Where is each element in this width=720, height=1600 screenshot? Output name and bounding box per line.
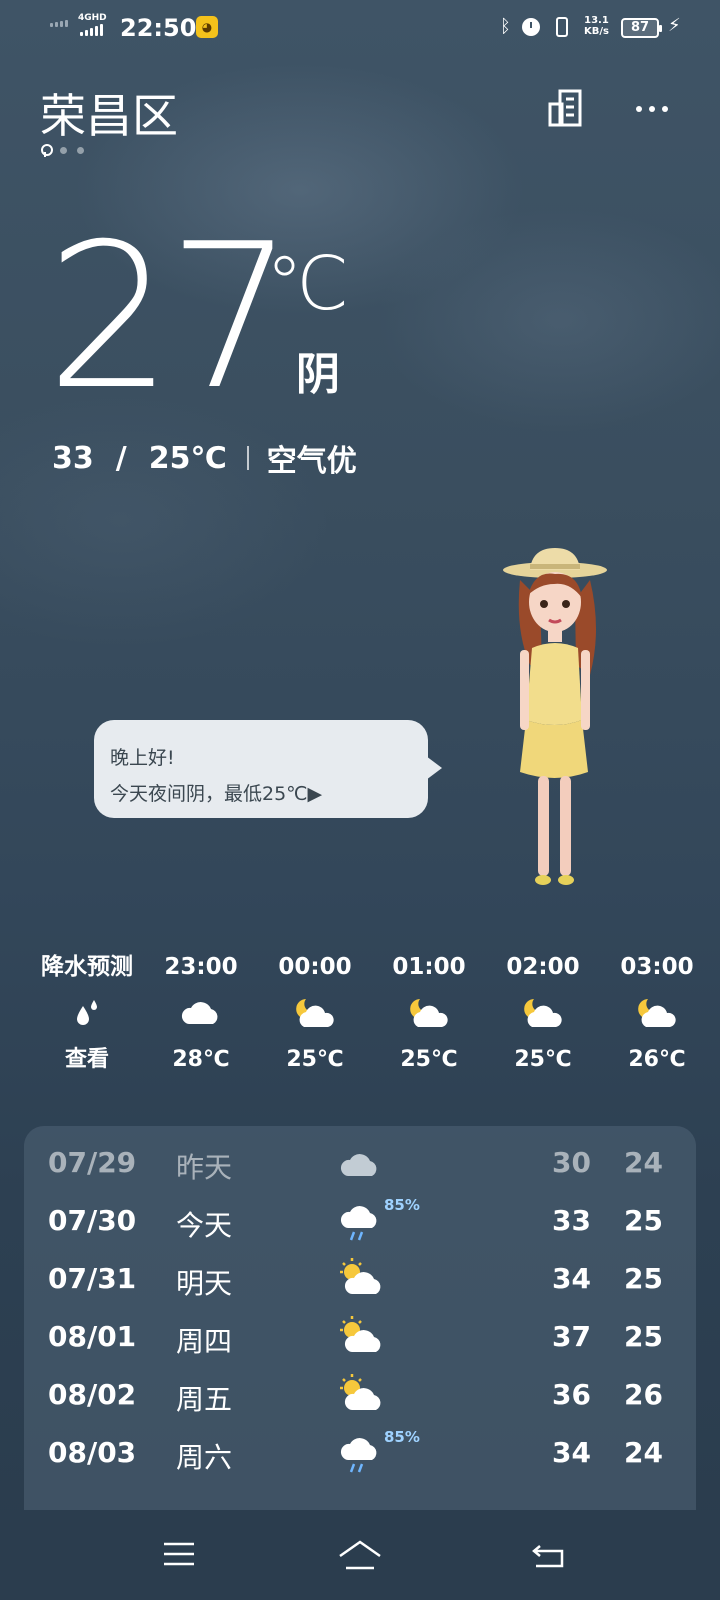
air-quality[interactable]: 空气优: [267, 436, 357, 480]
daily-forecast-card[interactable]: 07/29 昨天 30 24 07/30 今天 85% 33 25 07/31 …: [24, 1126, 696, 1510]
daily-row[interactable]: 08/01 周四 37 25: [24, 1308, 696, 1366]
divider: [246, 446, 249, 470]
daily-row[interactable]: 08/03 周六 85% 34 24: [24, 1424, 696, 1482]
night-cloudy-icon: [600, 984, 714, 1042]
day-high: 34: [552, 1262, 591, 1295]
day-name: 今天: [176, 1209, 233, 1242]
network-speed: 13.1 KB/s: [584, 15, 609, 37]
day-date: 07/29: [48, 1146, 137, 1179]
signal-icon: [50, 20, 68, 27]
precip-chance: 85%: [384, 1196, 420, 1214]
day-date: 07/31: [48, 1262, 137, 1295]
day-date: 08/01: [48, 1320, 137, 1353]
city-name[interactable]: 荣昌区: [40, 80, 178, 146]
day-low: 24: [624, 1436, 663, 1469]
status-time: 22:50: [120, 14, 197, 42]
range-slash: /: [115, 440, 127, 476]
day-high: 36: [552, 1378, 591, 1411]
bluetooth-icon: ᛒ: [500, 16, 511, 37]
current-condition: 阴: [296, 349, 340, 400]
daily-row[interactable]: 07/30 今天 85% 33 25: [24, 1192, 696, 1250]
network-label: 4GHD: [78, 13, 107, 23]
temperature-unit: ℃: [266, 241, 350, 327]
menu-icon[interactable]: [162, 1540, 196, 1568]
day-name: 周六: [176, 1441, 233, 1474]
day-low: 25: [624, 1262, 663, 1295]
daily-row[interactable]: 07/31 明天 34 25: [24, 1250, 696, 1308]
greeting-bubble[interactable]: 晚上好! 今天夜间阴，最低25℃▶: [94, 720, 442, 818]
hour-item: 23:00 28℃: [144, 950, 258, 1078]
partly-cloudy-icon: [340, 1316, 381, 1352]
hour-item: 03:00 26℃: [600, 950, 714, 1078]
day-high: 34: [552, 1436, 591, 1469]
rain-icon: [340, 1206, 377, 1241]
day-name: 昨天: [176, 1151, 233, 1184]
status-bar: [0, 0, 720, 56]
cloudy-icon: [144, 984, 258, 1042]
night-cloudy-icon: [372, 984, 486, 1042]
hourly-forecast[interactable]: 降水预测 查看 23:00 28℃ 00:00 25℃ 01:00 25℃ 02…: [30, 950, 720, 1080]
app-notification-icon: ◕: [196, 16, 218, 38]
temperature-range: 33 / 25℃ 空气优: [52, 436, 357, 480]
daily-row[interactable]: 08/02 周五 36 26: [24, 1366, 696, 1424]
vibrate-icon: [556, 17, 568, 37]
current-temperature: 27: [46, 201, 294, 434]
alarm-icon: [522, 18, 540, 36]
hour-item: 02:00 25℃: [486, 950, 600, 1078]
hour-item: 00:00 25℃: [258, 950, 372, 1078]
city-list-icon[interactable]: [546, 88, 586, 128]
day-low: 25: [624, 1204, 663, 1237]
day-name: 周四: [176, 1325, 233, 1358]
signal-strength-icon: [80, 24, 103, 36]
high-temp: 33: [52, 440, 94, 476]
page-dot: [77, 146, 84, 154]
day-high: 33: [552, 1204, 591, 1237]
day-date: 08/02: [48, 1378, 137, 1411]
day-low: 24: [624, 1146, 663, 1179]
cloudy-icon: [340, 1154, 377, 1176]
forecast-tip: 今天夜间阴，最低25℃▶: [110, 783, 323, 805]
more-icon[interactable]: [636, 96, 668, 112]
city-page-indicator: [40, 144, 84, 157]
precip-chance: 85%: [384, 1428, 420, 1446]
back-icon[interactable]: [530, 1540, 566, 1570]
battery-level: 87: [630, 20, 650, 35]
hour-item: 01:00 25℃: [372, 950, 486, 1078]
home-icon[interactable]: [336, 1538, 384, 1572]
location-pin-icon: [40, 144, 53, 157]
precipitation-forecast[interactable]: 降水预测 查看: [30, 950, 144, 1078]
partly-cloudy-icon: [340, 1258, 381, 1294]
day-date: 08/03: [48, 1436, 137, 1469]
day-name: 周五: [176, 1383, 233, 1416]
day-date: 07/30: [48, 1204, 137, 1237]
weather-avatar[interactable]: [490, 540, 620, 910]
daily-row[interactable]: 07/29 昨天 30 24: [24, 1134, 696, 1192]
partly-cloudy-icon: [340, 1374, 381, 1410]
day-low: 26: [624, 1378, 663, 1411]
night-cloudy-icon: [486, 984, 600, 1042]
battery-icon: 87: [621, 18, 662, 38]
day-high: 30: [552, 1146, 591, 1179]
day-low: 25: [624, 1320, 663, 1353]
night-cloudy-icon: [258, 984, 372, 1042]
page-dot: [60, 146, 67, 154]
rain-icon: [340, 1438, 377, 1473]
raindrop-icon: [30, 984, 144, 1042]
greeting-text: 晚上好!: [110, 747, 175, 769]
charging-icon: ⚡: [668, 15, 681, 36]
low-temp: 25℃: [148, 440, 227, 476]
day-high: 37: [552, 1320, 591, 1353]
day-name: 明天: [176, 1267, 233, 1300]
